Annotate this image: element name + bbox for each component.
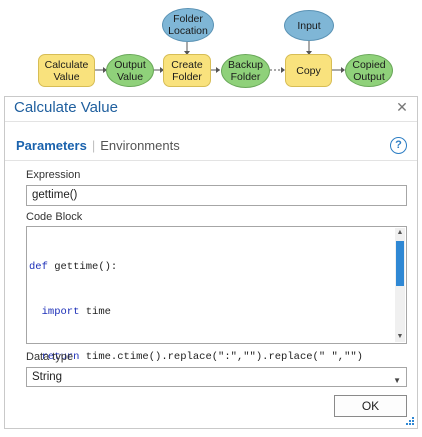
expression-value: gettime()	[32, 189, 78, 201]
code-rest: time.ctime().replace(":","").replace(" "…	[79, 351, 363, 363]
title-divider	[5, 121, 417, 122]
resize-grip-icon[interactable]	[406, 417, 414, 425]
copied-output-label: Copied Output	[352, 58, 386, 83]
expression-label: Expression	[26, 169, 81, 181]
code-rest: gettime():	[47, 261, 118, 273]
copy-tool-label: Copy	[296, 64, 321, 77]
tab-parameters[interactable]: Parameters	[16, 138, 87, 153]
backup-folder-label: Backup Folder	[227, 59, 264, 83]
dialog-titlebar: Calculate Value ✕	[5, 97, 417, 121]
calculate-value-tool-node[interactable]: Calculate Value	[38, 54, 95, 87]
code-line: def gettime():	[29, 260, 363, 275]
data-type-select[interactable]: String ▼	[26, 367, 407, 387]
folder-location-node[interactable]: Folder Location	[162, 8, 214, 42]
data-type-label: Data type	[26, 351, 74, 363]
data-type-value: String	[32, 371, 63, 383]
copied-output-node[interactable]: Copied Output	[345, 54, 393, 87]
create-folder-tool-node[interactable]: Create Folder	[163, 54, 211, 87]
folder-location-label: Folder Location	[168, 13, 208, 37]
scroll-down-arrow-icon[interactable]: ▼	[395, 332, 405, 342]
calculate-value-tool-label: Calculate Value	[44, 58, 89, 83]
ok-button[interactable]: OK	[334, 395, 407, 417]
output-value-node[interactable]: Output Value	[106, 54, 154, 87]
scroll-up-arrow-icon[interactable]: ▲	[395, 228, 405, 238]
code-rest: time	[79, 306, 111, 318]
ok-button-label: OK	[361, 399, 380, 413]
code-keyword: import	[29, 306, 80, 318]
help-icon[interactable]: ?	[390, 137, 407, 154]
input-label: Input	[297, 19, 321, 32]
dialog-tabs: Parameters | Environments	[16, 138, 180, 153]
calculate-value-dialog: Calculate Value ✕ Parameters | Environment…	[4, 96, 418, 429]
tab-separator: |	[91, 138, 96, 153]
create-folder-tool-label: Create Folder	[171, 58, 203, 83]
copy-tool-node[interactable]: Copy	[285, 54, 332, 87]
input-node[interactable]: Input	[284, 10, 334, 41]
dialog-title: Calculate Value	[14, 99, 118, 116]
tab-environments[interactable]: Environments	[100, 138, 179, 153]
backup-folder-node[interactable]: Backup Folder	[221, 54, 270, 88]
dropdown-arrow-icon: ▼	[393, 376, 401, 385]
tabs-divider	[5, 160, 417, 161]
code-keyword: def	[29, 261, 48, 273]
code-line: return time.ctime().replace(":","").repl…	[29, 350, 363, 365]
scrollbar-thumb[interactable]	[396, 241, 404, 286]
code-vertical-scrollbar[interactable]: ▲ ▼	[395, 228, 405, 342]
model-diagram: Calculate Value Output Value Folder Loca…	[0, 0, 422, 95]
code-block-editor[interactable]: def gettime(): import time return time.c…	[26, 226, 407, 363]
code-block-label: Code Block	[26, 211, 83, 223]
code-line: import time	[29, 305, 363, 320]
close-icon[interactable]: ✕	[395, 100, 409, 114]
output-value-label: Output Value	[114, 58, 146, 83]
expression-input[interactable]: gettime()	[26, 185, 407, 206]
